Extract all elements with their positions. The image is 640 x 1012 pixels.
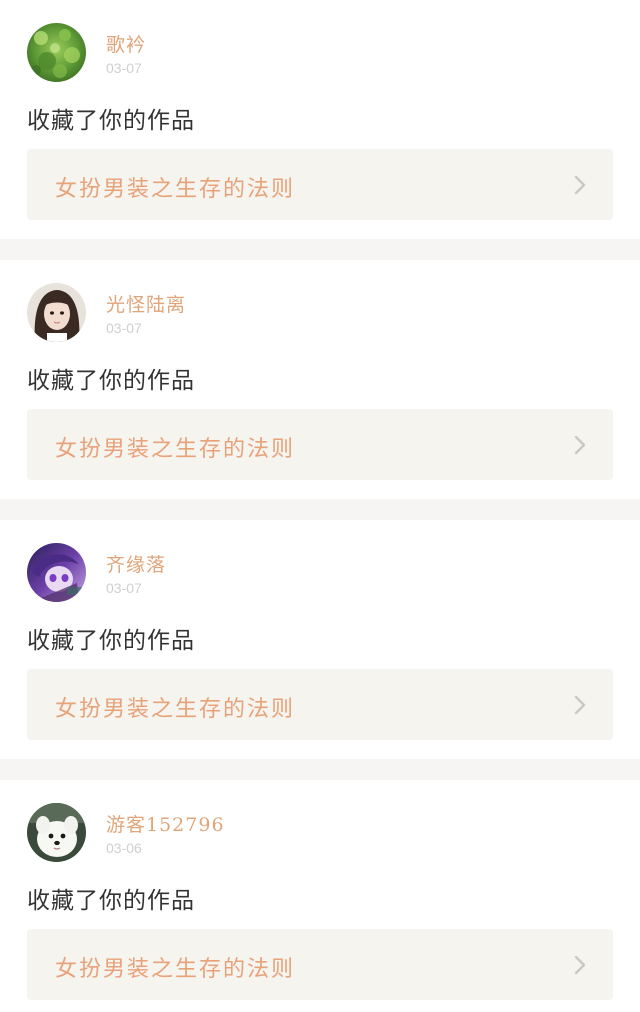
work-link-card[interactable]: 女扮男装之生存的法则	[27, 409, 613, 480]
post-date: 03-06	[106, 840, 142, 856]
action-text: 收藏了你的作品	[27, 628, 195, 654]
post-date: 03-07	[106, 580, 142, 596]
work-link-card[interactable]: 女扮男装之生存的法则	[27, 929, 613, 1000]
action-text: 收藏了你的作品	[27, 368, 195, 394]
user-name[interactable]: 歌衿	[106, 30, 146, 57]
notification-item: 歌衿 03-07 收藏了你的作品 女扮男装之生存的法则	[0, 0, 640, 239]
work-link-card[interactable]: 女扮男装之生存的法则	[27, 669, 613, 740]
work-title: 女扮男装之生存的法则	[55, 437, 296, 462]
girl-portrait-avatar-icon[interactable]	[27, 283, 86, 342]
user-name[interactable]: 齐缘落	[106, 550, 166, 577]
work-title: 女扮男装之生存的法则	[55, 697, 296, 722]
work-title: 女扮男装之生存的法则	[55, 177, 296, 202]
anime-purple-avatar-icon[interactable]	[27, 543, 86, 602]
post-date: 03-07	[106, 320, 142, 336]
green-foliage-avatar-icon[interactable]	[27, 23, 86, 82]
action-text: 收藏了你的作品	[27, 108, 195, 134]
user-name[interactable]: 光怪陆离	[106, 290, 186, 317]
post-date: 03-07	[106, 60, 142, 76]
notification-item: 光怪陆离 03-07 收藏了你的作品 女扮男装之生存的法则	[0, 260, 640, 499]
chevron-right-icon	[574, 175, 586, 195]
white-puppy-avatar-icon[interactable]	[27, 803, 86, 862]
item-separator	[0, 499, 640, 520]
notification-item: 齐缘落 03-07 收藏了你的作品 女扮男装之生存的法则	[0, 520, 640, 759]
chevron-right-icon	[574, 435, 586, 455]
user-name[interactable]: 游客152796	[106, 810, 225, 837]
action-text: 收藏了你的作品	[27, 888, 195, 914]
item-separator	[0, 239, 640, 260]
chevron-right-icon	[574, 695, 586, 715]
notification-item: 游客152796 03-06 收藏了你的作品 女扮男装之生存的法则	[0, 780, 640, 1012]
notification-feed: 歌衿 03-07 收藏了你的作品 女扮男装之生存的法则 光怪陆离 03-07 收…	[0, 0, 640, 1012]
work-link-card[interactable]: 女扮男装之生存的法则	[27, 149, 613, 220]
chevron-right-icon	[574, 955, 586, 975]
work-title: 女扮男装之生存的法则	[55, 957, 296, 982]
item-separator	[0, 759, 640, 780]
